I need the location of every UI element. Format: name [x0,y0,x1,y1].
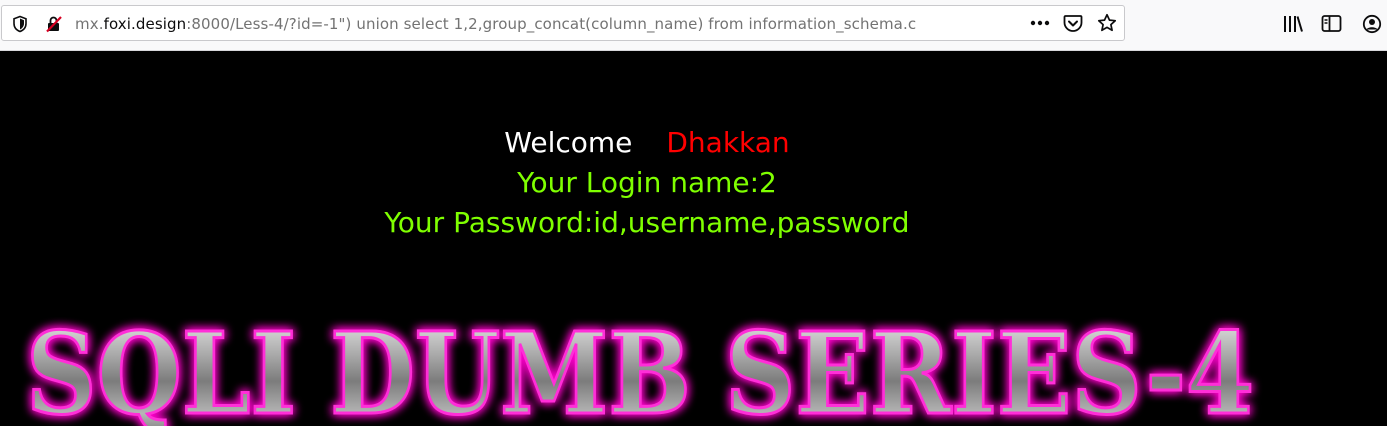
welcome-label: Welcome [504,126,633,159]
url-host: foxi.design [103,15,187,33]
password-result: Your Password:id,username,password [384,206,910,239]
bookmark-star-icon[interactable] [1097,13,1117,33]
shield-icon[interactable] [11,15,29,33]
address-bar[interactable]: mx.foxi.design:8000/Less-4/?id=-1") unio… [1,5,1125,41]
welcome-line: Welcome Dhakkan [0,126,1294,159]
browser-toolbar: mx.foxi.design:8000/Less-4/?id=-1") unio… [0,0,1387,51]
banner-text: SQLI DUMB SERIES-4 [26,317,1254,426]
pocket-icon[interactable] [1063,14,1083,33]
more-actions-icon[interactable] [1030,18,1050,28]
series-banner: SQLI DUMB SERIES-4 [25,317,1256,426]
url-path: :8000/Less-4/?id=-1") union select 1,2,g… [186,15,917,33]
library-icon[interactable] [1282,14,1304,34]
account-icon[interactable] [1362,14,1382,34]
page-content: Welcome Dhakkan Your Login name:2 Your Pa… [0,51,1387,426]
sidebar-icon[interactable] [1321,14,1342,33]
url-prefix: mx. [75,15,104,33]
login-name-result: Your Login name:2 [517,166,777,199]
insecure-lock-icon[interactable] [45,15,63,33]
welcome-user: Dhakkan [666,126,790,159]
url-text[interactable]: mx.foxi.design:8000/Less-4/?id=-1") unio… [75,15,985,33]
